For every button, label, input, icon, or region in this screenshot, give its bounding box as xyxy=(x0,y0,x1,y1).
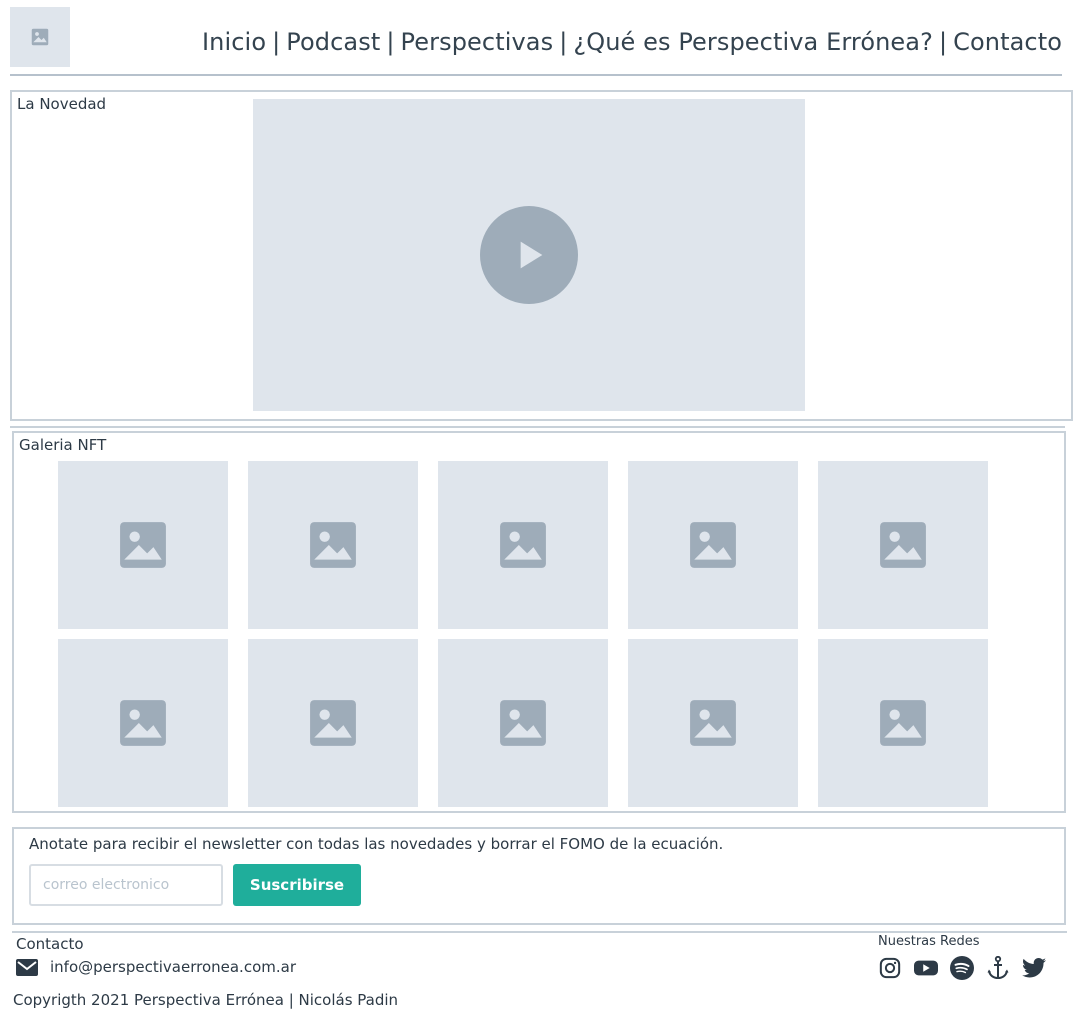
logo[interactable] xyxy=(10,7,70,67)
site-header: Inicio | Podcast | Perspectivas | ¿Qué es Pers… xyxy=(0,0,1080,78)
galeria-section: Galeria NFT xyxy=(12,431,1066,813)
novedad-section: La Novedad xyxy=(10,90,1073,421)
image-placeholder-icon xyxy=(500,700,546,746)
section-divider xyxy=(10,426,1065,428)
nft-thumbnail[interactable] xyxy=(628,461,798,629)
header-divider xyxy=(10,74,1062,76)
image-placeholder-icon xyxy=(880,700,926,746)
newsletter-section: Anotate para recibir el newsletter con t… xyxy=(12,827,1066,925)
nav-separator: | xyxy=(272,28,281,56)
nav-perspectivas[interactable]: Perspectivas xyxy=(401,28,554,56)
video-player[interactable] xyxy=(253,99,805,411)
nav-contacto[interactable]: Contacto xyxy=(953,28,1062,56)
email-input[interactable] xyxy=(29,864,223,906)
nav-separator: | xyxy=(386,28,395,56)
twitter-icon[interactable] xyxy=(1022,956,1046,980)
main-nav: Inicio | Podcast | Perspectivas | ¿Qué es Pers… xyxy=(202,28,1062,56)
nft-thumbnail[interactable] xyxy=(248,461,418,629)
image-placeholder-icon xyxy=(31,28,49,46)
play-button[interactable] xyxy=(480,206,578,304)
novedad-title: La Novedad xyxy=(17,95,107,113)
footer-divider xyxy=(12,931,1067,933)
image-placeholder-icon xyxy=(310,522,356,568)
image-placeholder-icon xyxy=(120,700,166,746)
nav-separator: | xyxy=(559,28,568,56)
youtube-icon[interactable] xyxy=(914,956,938,980)
contact-title: Contacto xyxy=(16,935,84,953)
nft-thumbnail[interactable] xyxy=(818,461,988,629)
nav-separator: | xyxy=(938,28,948,56)
redes-title: Nuestras Redes xyxy=(878,934,980,949)
nft-thumbnail[interactable] xyxy=(58,639,228,807)
nft-thumbnail[interactable] xyxy=(248,639,418,807)
image-placeholder-icon xyxy=(880,522,926,568)
nft-thumbnail[interactable] xyxy=(438,461,608,629)
contact-email[interactable]: info@perspectivaerronea.com.ar xyxy=(50,958,296,976)
copyright: Copyrigth 2021 Perspectiva Errónea | Nic… xyxy=(13,991,399,1009)
nav-inicio[interactable]: Inicio xyxy=(202,28,266,56)
image-placeholder-icon xyxy=(310,700,356,746)
image-placeholder-icon xyxy=(690,700,736,746)
anchor-icon[interactable] xyxy=(986,956,1010,980)
nft-thumbnail[interactable] xyxy=(58,461,228,629)
nft-thumbnail[interactable] xyxy=(438,639,608,807)
instagram-icon[interactable] xyxy=(878,956,902,980)
nft-grid xyxy=(58,461,988,807)
nft-thumbnail[interactable] xyxy=(628,639,798,807)
newsletter-text: Anotate para recibir el newsletter con t… xyxy=(29,835,724,853)
contact-email-row[interactable]: info@perspectivaerronea.com.ar xyxy=(16,958,296,976)
play-icon xyxy=(520,241,543,269)
social-links xyxy=(878,956,1046,980)
subscribe-button[interactable]: Suscribirse xyxy=(233,864,361,906)
nft-thumbnail[interactable] xyxy=(818,639,988,807)
nav-que-es[interactable]: ¿Qué es Perspectiva Errónea? xyxy=(573,28,933,56)
image-placeholder-icon xyxy=(500,522,546,568)
image-placeholder-icon xyxy=(690,522,736,568)
image-placeholder-icon xyxy=(120,522,166,568)
nav-podcast[interactable]: Podcast xyxy=(286,28,380,56)
galeria-title: Galeria NFT xyxy=(19,436,107,454)
spotify-icon[interactable] xyxy=(950,956,974,980)
mail-icon xyxy=(16,958,38,976)
